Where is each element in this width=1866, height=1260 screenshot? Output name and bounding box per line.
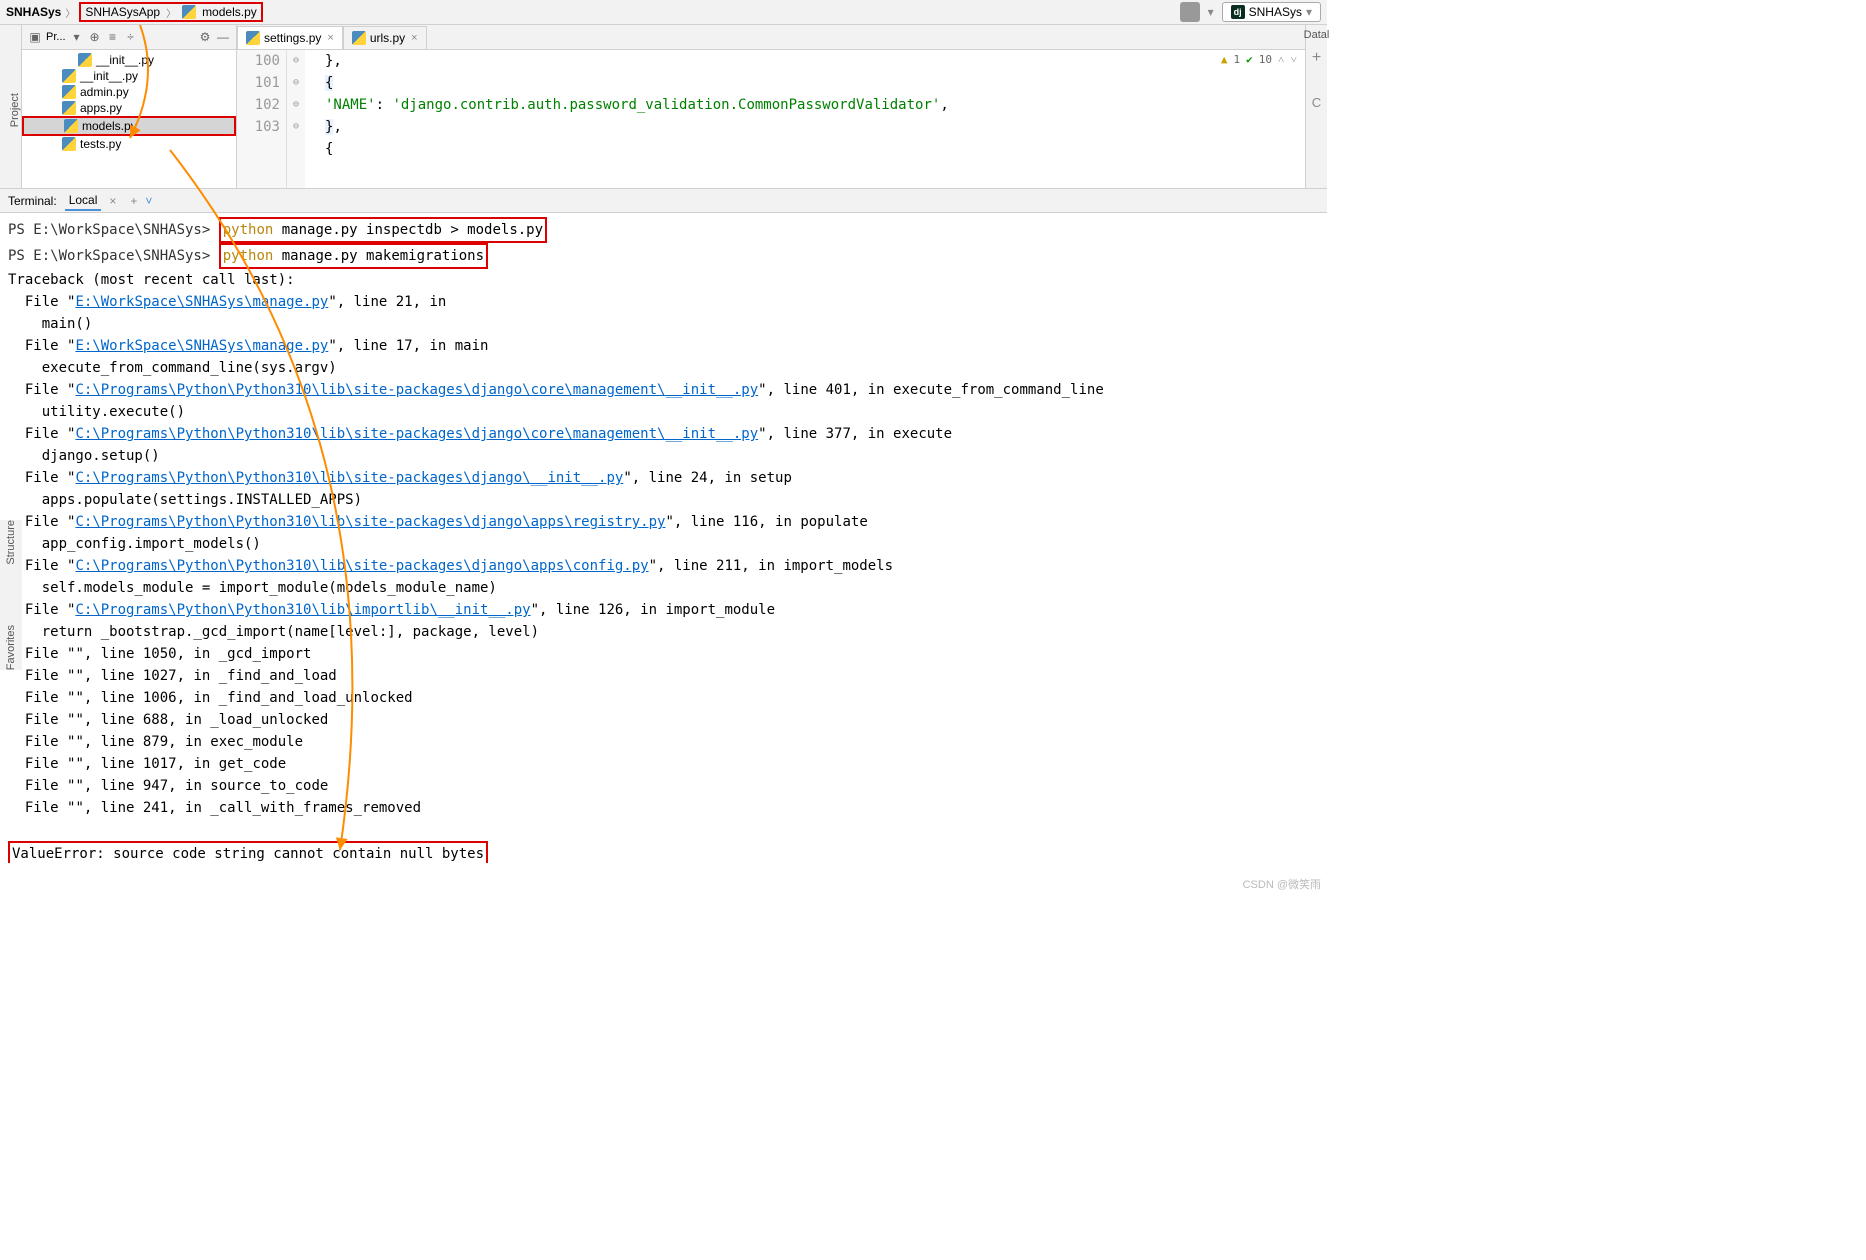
project-tree: __init__.py __init__.py admin.py apps.py mod… (22, 50, 236, 154)
chevron-right-icon: 〉 (166, 5, 176, 20)
left-tool-buttons: Structure Favorites (0, 520, 22, 670)
file-link[interactable]: C:\Programs\Python\Python310\lib\site-pa… (75, 514, 665, 530)
dropdown-caret-icon[interactable]: ▾ (1208, 5, 1214, 19)
tree-item[interactable]: admin.py (22, 84, 236, 100)
left-rail: Project (0, 25, 22, 188)
structure-tool-label[interactable]: Structure (5, 520, 17, 565)
terminal-title: Terminal: (8, 194, 57, 208)
python-file-icon (182, 5, 196, 19)
python-file-icon (62, 101, 76, 115)
top-bar: SNHASys 〉 SNHASysApp 〉 models.py ▾ dj SN… (0, 0, 1327, 25)
tree-item-label: models.py (82, 119, 137, 133)
main-area: Project ▣ Pr... ▾ ⊕ ≡ ÷ ⚙ — __init__.py_… (0, 25, 1327, 188)
folder-icon: ▣ (28, 30, 42, 44)
check-count: 10 (1259, 53, 1272, 66)
database-tool-label[interactable]: Datal (1304, 29, 1330, 41)
python-file-icon (78, 53, 92, 67)
check-icon: ✔ (1246, 53, 1253, 66)
editor-body[interactable]: 100101102103 ⊖⊖⊖⊖ }, { 'NAME': 'django.c… (237, 50, 1305, 188)
breadcrumb-app[interactable]: SNHASysApp (85, 5, 160, 19)
tree-item-label: apps.py (80, 101, 122, 115)
file-link[interactable]: E:\WorkSpace\SNHASys\manage.py (75, 338, 328, 354)
editor-tab[interactable]: settings.py × (237, 26, 343, 49)
breadcrumb-highlight-box: SNHASysApp 〉 models.py (79, 2, 262, 22)
terminal-dropdown-icon[interactable]: ˅ (145, 194, 152, 208)
code-content[interactable]: }, { 'NAME': 'django.contrib.auth.passwo… (305, 50, 949, 188)
fold-gutter: ⊖⊖⊖⊖ (287, 50, 305, 188)
tree-item[interactable]: __init__.py (22, 52, 236, 68)
file-link[interactable]: E:\WorkSpace\SNHASys\manage.py (75, 294, 328, 310)
file-link[interactable]: C:\Programs\Python\Python310\lib\site-pa… (75, 558, 648, 574)
run-config-dropdown[interactable]: dj SNHASys ▾ (1222, 2, 1321, 22)
project-panel-header: ▣ Pr... ▾ ⊕ ≡ ÷ ⚙ — (22, 25, 236, 50)
tree-item-label: tests.py (80, 137, 121, 151)
python-file-icon (246, 31, 260, 45)
favorites-tool-label[interactable]: Favorites (5, 625, 17, 670)
python-file-icon (62, 137, 76, 151)
warning-count: 1 (1233, 53, 1240, 66)
collapse-icon[interactable]: ≡ (106, 30, 120, 44)
dropdown-caret-icon[interactable]: ▾ (70, 30, 84, 44)
file-link[interactable]: C:\Programs\Python\Python310\lib\importl… (75, 602, 530, 618)
target-icon[interactable]: ⊕ (88, 30, 102, 44)
watermark: CSDN @微笑雨 (1243, 876, 1321, 892)
breadcrumb-file[interactable]: models.py (202, 5, 257, 19)
tree-item[interactable]: __init__.py (22, 68, 236, 84)
tree-item-label: __init__.py (96, 53, 154, 67)
hide-icon[interactable]: — (216, 30, 230, 44)
expand-icon[interactable]: ÷ (124, 30, 138, 44)
tree-item[interactable]: tests.py (22, 136, 236, 152)
python-file-icon (62, 69, 76, 83)
editor-tabs: settings.py × urls.py × (237, 25, 1305, 50)
project-panel: ▣ Pr... ▾ ⊕ ≡ ÷ ⚙ — __init__.py__init__.… (22, 25, 237, 188)
line-number-gutter: 100101102103 (237, 50, 287, 188)
python-file-icon (64, 119, 78, 133)
tree-item[interactable]: models.py (22, 116, 236, 136)
run-config-label: SNHASys (1249, 5, 1302, 19)
tab-label: settings.py (264, 31, 321, 45)
tree-item-label: admin.py (80, 85, 129, 99)
collapse-right-icon[interactable]: C (1312, 95, 1321, 110)
user-icon[interactable] (1180, 2, 1200, 22)
python-file-icon (62, 85, 76, 99)
right-rail: Datal + C (1305, 25, 1327, 188)
file-link[interactable]: C:\Programs\Python\Python310\lib\site-pa… (75, 426, 758, 442)
editor-area: settings.py × urls.py × 100101102103 ⊖⊖⊖⊖ }… (237, 25, 1305, 188)
chevron-right-icon: 〉 (65, 5, 75, 20)
add-icon[interactable]: + (1312, 49, 1321, 67)
dropdown-caret-icon: ▾ (1306, 5, 1312, 19)
breadcrumb-root[interactable]: SNHASys (6, 5, 61, 19)
terminal-panel: Terminal: Local × + ˅ PS E:\WorkSpace\SN… (0, 188, 1327, 863)
top-right-controls: ▾ dj SNHASys ▾ (1180, 2, 1321, 22)
django-icon: dj (1231, 5, 1245, 19)
add-terminal-icon[interactable]: + (130, 194, 137, 208)
terminal-tab-local[interactable]: Local (65, 191, 102, 211)
tab-label: urls.py (370, 31, 405, 45)
editor-inspection-status[interactable]: ▲ 1 ✔ 10 ˄ ˅ (1221, 53, 1297, 66)
editor-tab[interactable]: urls.py × (343, 26, 427, 49)
file-link[interactable]: C:\Programs\Python\Python310\lib\site-pa… (75, 470, 623, 486)
close-icon[interactable]: × (327, 32, 333, 44)
tree-item[interactable]: apps.py (22, 100, 236, 116)
warning-icon: ▲ (1221, 53, 1228, 66)
terminal-header: Terminal: Local × + ˅ (0, 189, 1327, 213)
file-link[interactable]: C:\Programs\Python\Python310\lib\site-pa… (75, 382, 758, 398)
tree-item-label: __init__.py (80, 69, 138, 83)
close-icon[interactable]: × (411, 32, 417, 44)
chevron-up-down-icon[interactable]: ˄ ˅ (1278, 53, 1297, 66)
gear-icon[interactable]: ⚙ (198, 30, 212, 44)
tab-close-icon[interactable]: × (109, 194, 116, 208)
python-file-icon (352, 31, 366, 45)
breadcrumb: SNHASys 〉 SNHASysApp 〉 models.py (6, 2, 263, 22)
project-tool-label[interactable]: Project (9, 93, 21, 127)
terminal-output[interactable]: PS E:\WorkSpace\SNHASys> python manage.p… (0, 213, 1327, 863)
project-panel-title[interactable]: Pr... (46, 31, 66, 43)
